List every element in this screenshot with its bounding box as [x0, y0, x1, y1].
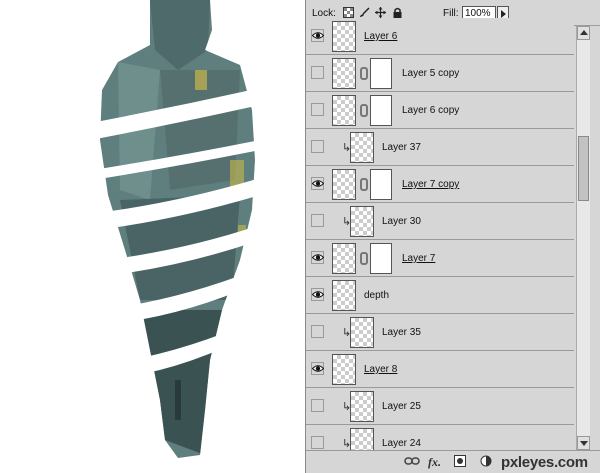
visibility-toggle[interactable] — [311, 214, 324, 227]
layer-row[interactable]: Layer 5 copy — [306, 55, 574, 92]
layer-thumbnail[interactable] — [332, 58, 356, 89]
layer-row[interactable]: Layer 8 — [306, 351, 574, 388]
layer-name[interactable]: Layer 6 — [364, 31, 397, 42]
layer-row[interactable]: depth — [306, 277, 574, 314]
scroll-up-icon[interactable] — [577, 26, 590, 40]
layer-mask-thumbnail[interactable] — [370, 169, 392, 200]
layer-thumbnail[interactable] — [350, 391, 374, 422]
visibility-toggle[interactable] — [311, 29, 324, 42]
layer-row[interactable]: Layer 7 copy — [306, 166, 574, 203]
chain-link-icon[interactable] — [360, 104, 368, 117]
layer-thumbnail[interactable] — [350, 132, 374, 163]
eye-icon — [312, 180, 324, 187]
eye-icon — [312, 254, 324, 261]
eye-icon — [312, 291, 324, 298]
layer-name[interactable]: Layer 5 copy — [402, 68, 459, 79]
adjustment-layer-icon[interactable] — [480, 455, 492, 470]
layer-name[interactable]: depth — [364, 290, 389, 301]
layer-row[interactable]: Layer 7 — [306, 240, 574, 277]
move-lock-icon[interactable] — [375, 7, 386, 18]
link-layers-icon[interactable] — [404, 455, 420, 469]
visibility-toggle[interactable] — [311, 288, 324, 301]
visibility-toggle[interactable] — [311, 140, 324, 153]
layer-style-fx-button[interactable]: fx. — [428, 455, 441, 470]
layer-row[interactable]: Layer 6 copy — [306, 92, 574, 129]
visibility-toggle[interactable] — [311, 103, 324, 116]
layer-name[interactable]: Layer 24 — [382, 438, 421, 449]
visibility-toggle[interactable] — [311, 436, 324, 449]
layer-thumbnail[interactable] — [332, 95, 356, 126]
visibility-toggle[interactable] — [311, 177, 324, 190]
layer-thumbnail[interactable] — [350, 317, 374, 348]
chain-link-icon[interactable] — [360, 67, 368, 80]
visibility-toggle[interactable] — [311, 325, 324, 338]
visibility-toggle[interactable] — [311, 251, 324, 264]
layer-name[interactable]: Layer 35 — [382, 327, 421, 338]
padlock-icon[interactable] — [392, 7, 403, 18]
layers-bottom-bar: fx. pxleyes.com — [306, 450, 600, 473]
layer-mask-thumbnail[interactable] — [370, 95, 392, 126]
layer-row[interactable]: ↳ Layer 24 — [306, 425, 574, 450]
layer-mask-thumbnail[interactable] — [370, 58, 392, 89]
layer-name[interactable]: Layer 6 copy — [402, 105, 459, 116]
layers-panel: Lock: Fill: 100% Layer 6 Layer 5 copy Laye… — [305, 0, 600, 473]
watermark-pxleyes: pxleyes.com — [501, 454, 588, 471]
eye-icon — [312, 365, 324, 372]
document-canvas[interactable] — [0, 0, 305, 473]
visibility-toggle[interactable] — [311, 362, 324, 375]
statue-artwork — [80, 0, 260, 458]
layer-mask-thumbnail[interactable] — [370, 243, 392, 274]
layer-list: Layer 6 Layer 5 copy Layer 6 copy ↳ Layer 37… — [306, 18, 574, 450]
layer-thumbnail[interactable] — [332, 169, 356, 200]
visibility-toggle[interactable] — [311, 66, 324, 79]
layer-name[interactable]: Layer 7 copy — [402, 179, 459, 190]
layer-row[interactable]: ↳ Layer 35 — [306, 314, 574, 351]
layer-name[interactable]: Layer 7 — [402, 253, 435, 264]
scroll-down-icon[interactable] — [577, 436, 590, 450]
layer-thumbnail[interactable] — [350, 428, 374, 450]
layer-thumbnail[interactable] — [332, 354, 356, 385]
chain-link-icon[interactable] — [360, 252, 368, 265]
brush-lock-icon[interactable] — [359, 7, 370, 18]
layer-thumbnail[interactable] — [332, 243, 356, 274]
layer-row[interactable]: ↳ Layer 37 — [306, 129, 574, 166]
layer-name[interactable]: Layer 30 — [382, 216, 421, 227]
add-mask-icon[interactable] — [454, 455, 466, 470]
chain-link-icon[interactable] — [360, 178, 368, 191]
layer-row[interactable]: ↳ Layer 30 — [306, 203, 574, 240]
layer-name[interactable]: Layer 37 — [382, 142, 421, 153]
layer-thumbnail[interactable] — [350, 206, 374, 237]
eye-icon — [312, 32, 324, 39]
layer-name[interactable]: Layer 8 — [364, 364, 397, 375]
layer-name[interactable]: Layer 25 — [382, 401, 421, 412]
layer-thumbnail[interactable] — [332, 280, 356, 311]
layer-row[interactable]: ↳ Layer 25 — [306, 388, 574, 425]
checker-lock-icon[interactable] — [343, 7, 354, 18]
layer-thumbnail[interactable] — [332, 21, 356, 52]
scroll-thumb[interactable] — [578, 136, 589, 201]
layer-row[interactable]: Layer 6 — [306, 18, 574, 55]
layers-scrollbar[interactable] — [576, 26, 590, 450]
visibility-toggle[interactable] — [311, 399, 324, 412]
